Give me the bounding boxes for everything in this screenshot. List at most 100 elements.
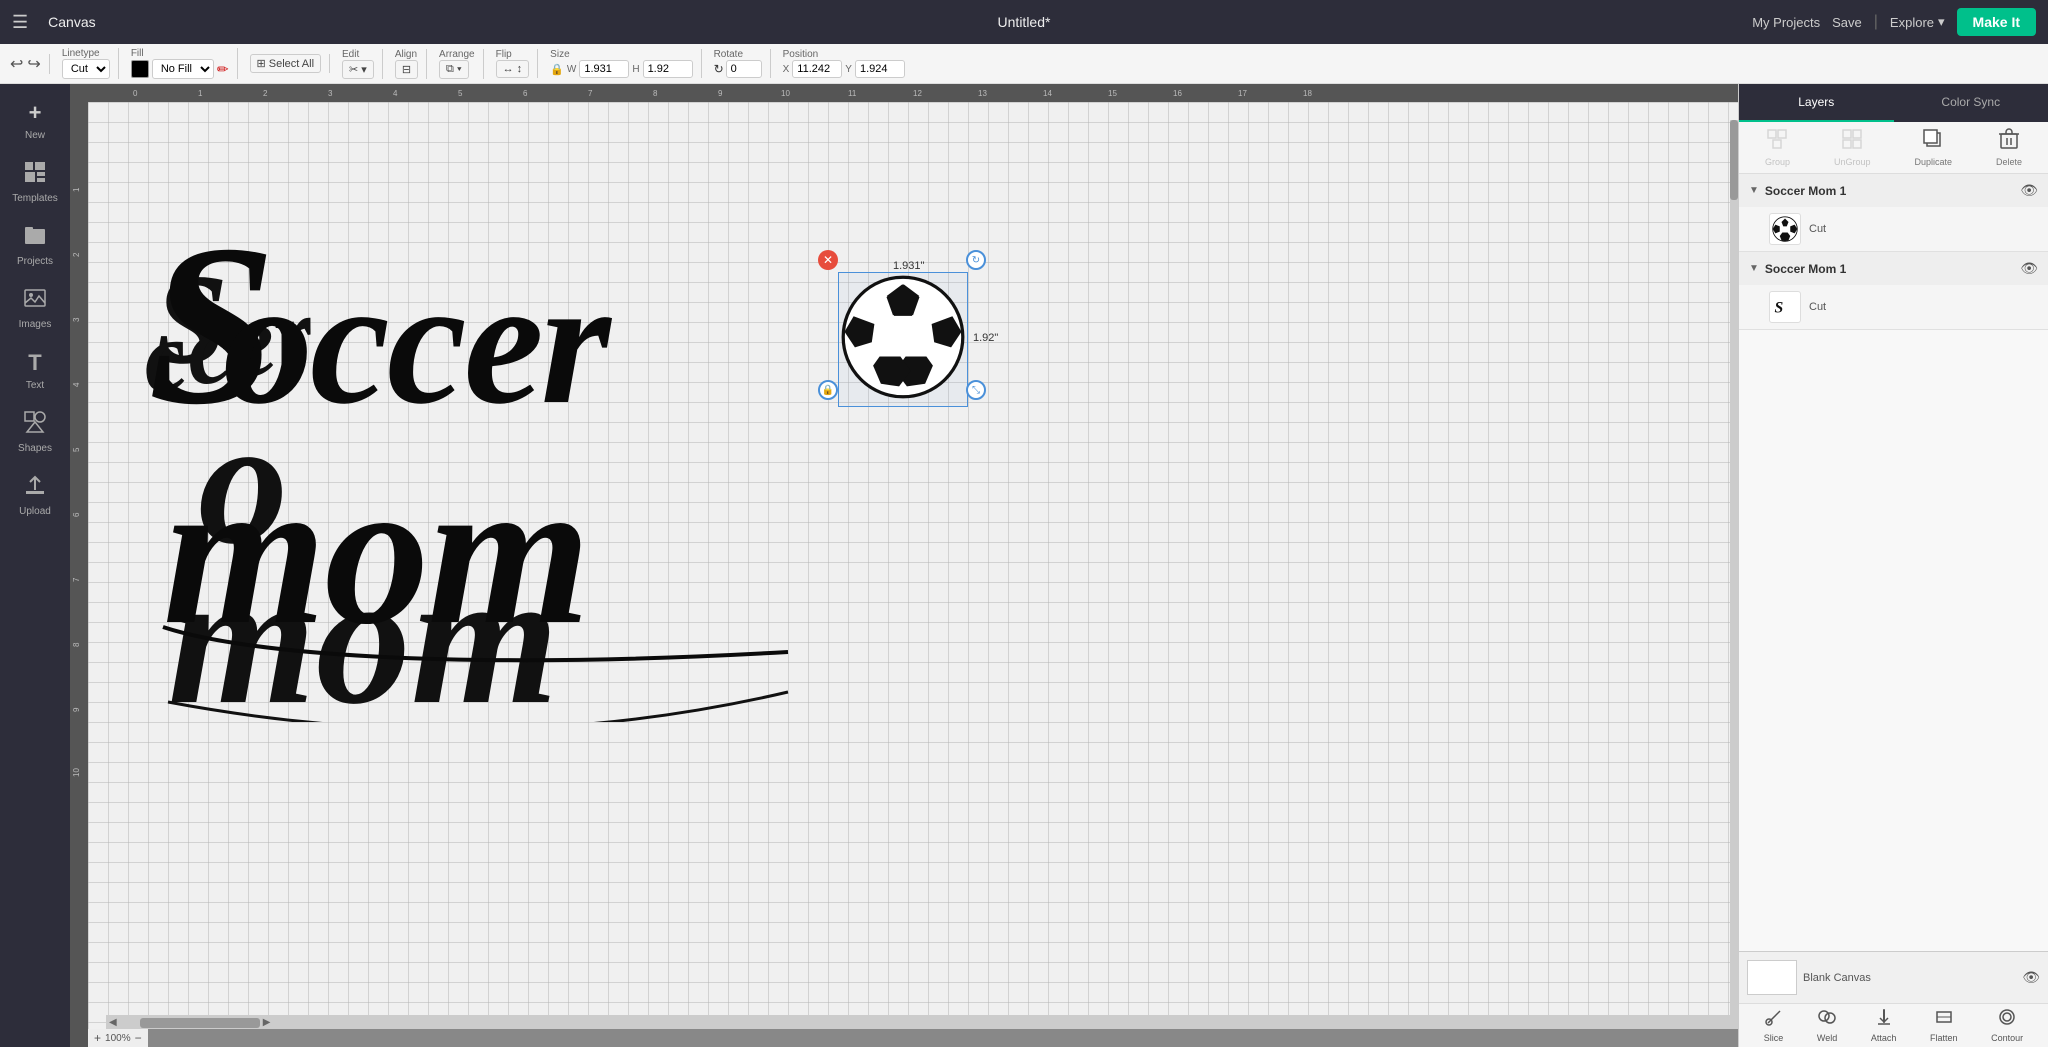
rotate-handle[interactable]: ↻ [966, 250, 986, 270]
svg-text:mom: mom [168, 534, 559, 722]
sidebar-item-images[interactable]: Images [4, 279, 66, 338]
undo-button[interactable]: ↩ [10, 54, 23, 74]
layer-eye-1[interactable]: 👁 [2020, 182, 2038, 199]
flip-button[interactable]: ↔ ↕ [496, 60, 530, 78]
layer-group-2-header[interactable]: ▼ Soccer Mom 1 👁 [1739, 252, 2048, 285]
slice-tool[interactable]: Slice [1764, 1008, 1784, 1043]
svg-text:4: 4 [393, 89, 398, 98]
redo-button[interactable]: ↪ [27, 54, 40, 74]
delete-handle[interactable]: ✕ [818, 250, 838, 270]
layer-item-1[interactable]: Cut [1739, 207, 2048, 251]
upload-icon [24, 474, 46, 502]
sidebar-item-images-label: Images [19, 319, 52, 330]
svg-text:3: 3 [328, 89, 333, 98]
align-button[interactable]: ⊟ [395, 60, 418, 79]
fill-select[interactable]: No Fill [152, 59, 214, 79]
vscroll-thumb[interactable] [1730, 120, 1738, 200]
ungroup-action[interactable]: UnGroup [1834, 128, 1871, 167]
svg-text:9: 9 [72, 707, 81, 712]
layer-group-1-header[interactable]: ▼ Soccer Mom 1 👁 [1739, 174, 2048, 207]
blank-canvas-label: Blank Canvas [1803, 972, 1871, 984]
svg-text:7: 7 [588, 89, 593, 98]
sidebar-item-new[interactable]: + New [4, 92, 66, 149]
hscroll-thumb[interactable] [140, 1018, 260, 1028]
blank-canvas-eye[interactable]: 👁 [2022, 969, 2040, 986]
linetype-label: Linetype [62, 48, 110, 59]
text-icon: T [28, 350, 41, 376]
tab-color-sync[interactable]: Color Sync [1894, 84, 2048, 122]
svg-text:8: 8 [72, 642, 81, 647]
fill-label: Fill [131, 48, 229, 59]
fill-color-swatch[interactable] [131, 60, 149, 78]
lock-handle[interactable]: 🔒 [818, 380, 838, 400]
images-icon [24, 287, 46, 315]
arrange-button[interactable]: ⧉ ▾ [439, 60, 469, 79]
edit-button[interactable]: ✂ ▾ [342, 60, 374, 79]
flatten-tool[interactable]: Flatten [1930, 1008, 1958, 1043]
zoom-in-button[interactable]: + [94, 1031, 101, 1045]
scroll-left-arrow[interactable]: ◀ [106, 1017, 120, 1028]
toolbar: ↩ ↪ Linetype Cut Fill No Fill ✏ ⊞ Selec [0, 44, 2048, 84]
blank-canvas-preview [1747, 960, 1797, 995]
sidebar-item-text[interactable]: T Text [4, 342, 66, 399]
layer-group-2-title: Soccer Mom 1 [1765, 262, 2014, 276]
svg-text:6: 6 [72, 512, 81, 517]
menu-icon[interactable]: ☰ [12, 12, 28, 33]
flip-group: Flip ↔ ↕ [496, 49, 539, 78]
close-icon: ✕ [823, 253, 833, 267]
panel-tabs: Layers Color Sync [1739, 84, 2048, 122]
layer-item-2[interactable]: S Cut [1739, 285, 2048, 329]
save-button[interactable]: Save [1832, 15, 1862, 30]
pos-x-input[interactable]: 11.242 [792, 60, 842, 78]
width-dimension-label: 1.931" [893, 260, 924, 272]
rotate-input[interactable]: 0 [726, 60, 762, 78]
svg-text:1: 1 [198, 89, 203, 98]
size-lock-icon[interactable]: 🔒 [550, 63, 564, 76]
contour-tool[interactable]: Contour [1991, 1008, 2023, 1043]
rotate-icon: ↻ [714, 62, 724, 76]
group-action[interactable]: Group [1765, 128, 1790, 167]
sidebar-item-templates-label: Templates [12, 193, 58, 204]
horizontal-scrollbar[interactable]: ◀ ▶ [106, 1015, 1738, 1029]
doc-title: Untitled* [998, 14, 1051, 30]
attach-tool[interactable]: Attach [1871, 1008, 1897, 1043]
size-label: Size [550, 49, 692, 60]
sidebar-item-new-label: New [25, 130, 45, 141]
canvas-workspace[interactable]: s o ccer mom S occer mom [88, 102, 1738, 1029]
sidebar-item-templates[interactable]: Templates [4, 153, 66, 212]
lock-icon: 🔒 [822, 385, 834, 396]
scale-handle[interactable]: ⤡ [966, 380, 986, 400]
canvas-area[interactable]: // Ruler ticks drawn via SVG 0 1 2 3 4 5… [70, 84, 1738, 1047]
zoom-out-button[interactable]: − [135, 1031, 142, 1045]
fill-pen-icon[interactable]: ✏ [217, 61, 229, 78]
align-group: Align ⊟ [395, 49, 427, 79]
vertical-scrollbar[interactable] [1730, 120, 1738, 1015]
pos-y-input[interactable]: 1.924 [855, 60, 905, 78]
delete-action[interactable]: Delete [1996, 128, 2022, 167]
sidebar-item-projects[interactable]: Projects [4, 216, 66, 275]
explore-button[interactable]: Explore ▾ [1890, 14, 1945, 30]
make-it-button[interactable]: Make It [1957, 8, 2036, 36]
tab-layers[interactable]: Layers [1739, 84, 1894, 122]
my-projects-button[interactable]: My Projects [1752, 15, 1820, 30]
linetype-select[interactable]: Cut [62, 59, 110, 79]
sidebar-item-shapes[interactable]: Shapes [4, 403, 66, 462]
size-w-input[interactable]: 1.931 [579, 60, 629, 78]
layer-eye-2[interactable]: 👁 [2020, 260, 2038, 277]
size-h-input[interactable]: 1.92 [643, 60, 693, 78]
left-sidebar: + New Templates Proje [0, 84, 70, 1047]
weld-tool[interactable]: Weld [1817, 1008, 1837, 1043]
duplicate-action[interactable]: Duplicate [1914, 128, 1952, 167]
sidebar-item-upload[interactable]: Upload [4, 466, 66, 525]
delete-icon [1998, 128, 2020, 155]
height-dimension-label: 1.92" [973, 332, 998, 344]
layer-thumb-1 [1769, 213, 1801, 245]
soccer-ball-svg[interactable] [838, 272, 968, 402]
shapes-icon [24, 411, 46, 439]
select-all-button[interactable]: ⊞ Select All [250, 54, 321, 73]
slice-icon [1765, 1008, 1783, 1031]
layers-content: ▼ Soccer Mom 1 👁 Cut [1739, 174, 2048, 951]
soccer-mom-text-art[interactable]: s o ccer mom [138, 162, 838, 722]
scroll-right-arrow[interactable]: ▶ [260, 1017, 274, 1028]
position-group: Position X 11.242 Y 1.924 [783, 49, 913, 78]
